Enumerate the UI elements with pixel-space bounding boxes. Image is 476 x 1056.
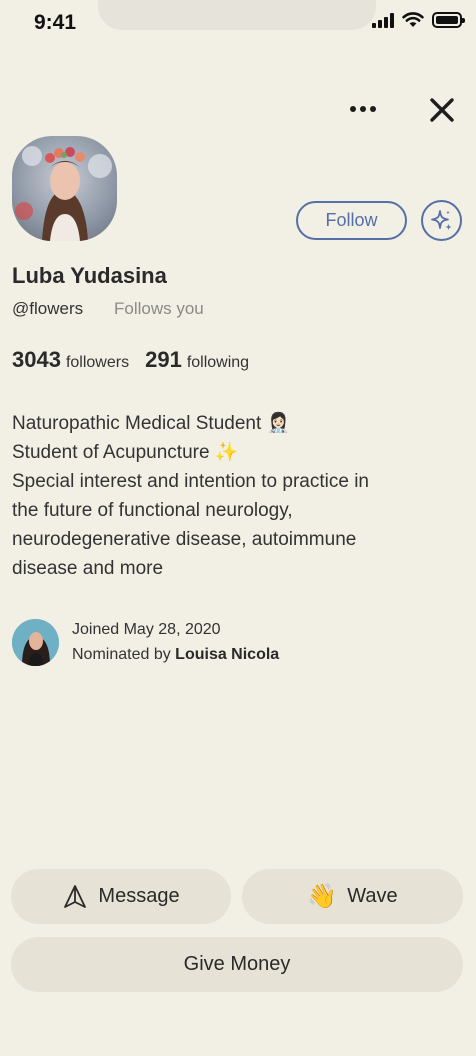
bio-line: disease and more <box>12 558 164 579</box>
follow-stats: 3043 followers 291 following <box>12 347 249 373</box>
bio-line: Student of Acupuncture ✨ <box>12 442 239 463</box>
nominated-prefix: Nominated by <box>72 646 176 663</box>
bio-line: neurodegenerative disease, autoimmune <box>12 529 357 550</box>
sparkle-button[interactable] <box>421 200 462 241</box>
battery-icon <box>432 12 465 28</box>
nominator-avatar[interactable] <box>12 618 59 666</box>
give-money-label: Give Money <box>183 953 291 975</box>
message-button[interactable]: Message <box>11 869 231 924</box>
followers-count[interactable]: 3043 <box>12 347 61 373</box>
follow-button[interactable]: Follow <box>296 201 407 240</box>
profile-handle: @flowers <box>12 299 84 318</box>
following-count[interactable]: 291 <box>145 347 182 373</box>
message-label: Message <box>98 885 180 907</box>
bio-line: the future of functional neurology, <box>12 500 293 521</box>
status-icons <box>372 12 465 28</box>
notch <box>98 0 376 30</box>
nominator-name[interactable]: Louisa Nicola <box>175 646 279 663</box>
bio-line: Naturopathic Medical Student 👩🏻‍⚕️ <box>12 413 291 434</box>
joined-date: Joined May 28, 2020 <box>72 621 221 638</box>
follows-you-label: Follows you <box>114 299 204 318</box>
joined-info: Joined May 28, 2020 Nominated by Louisa … <box>12 617 279 667</box>
following-label[interactable]: following <box>187 354 249 372</box>
give-money-button[interactable]: Give Money <box>11 937 463 992</box>
sparkle-icon <box>430 209 451 230</box>
wave-icon: 👋 <box>307 883 338 910</box>
wave-label: Wave <box>347 885 398 907</box>
profile-name: Luba Yudasina <box>12 263 167 288</box>
send-icon <box>64 884 87 908</box>
profile-avatar[interactable] <box>12 136 117 241</box>
profile-screen: 9:41 Follow Luba Yudasina @flowers Follo… <box>0 0 476 1056</box>
followers-label[interactable]: followers <box>66 354 129 372</box>
close-icon[interactable] <box>426 94 458 126</box>
wave-button[interactable]: 👋 Wave <box>242 869 463 924</box>
profile-bio: Naturopathic Medical Student 👩🏻‍⚕️ Stude… <box>12 409 452 583</box>
signal-icon <box>372 12 394 28</box>
bio-line: Special interest and intention to practi… <box>12 471 369 492</box>
nominated-line: Nominated by Louisa Nicola <box>72 642 279 667</box>
more-options-button[interactable] <box>344 96 382 122</box>
status-time: 9:41 <box>34 11 77 34</box>
joined-text: Joined May 28, 2020 Nominated by Louisa … <box>72 617 279 667</box>
wifi-icon <box>402 12 424 27</box>
